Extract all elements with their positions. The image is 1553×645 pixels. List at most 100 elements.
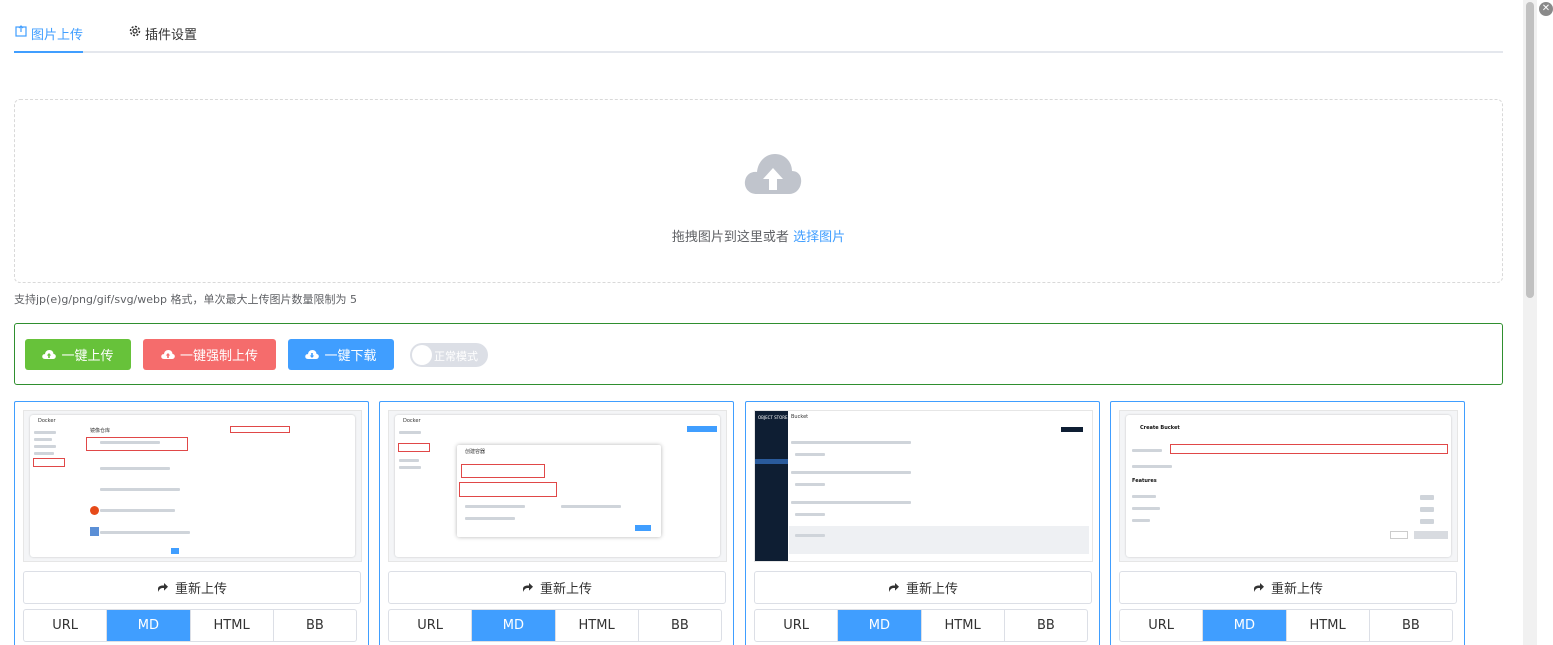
thumb-input-error <box>1170 444 1448 454</box>
thumb-create <box>1414 531 1448 539</box>
thumb-highlight <box>461 464 545 478</box>
format-bb[interactable]: BB <box>1005 610 1087 641</box>
thumb-line <box>465 505 525 508</box>
format-url[interactable]: URL <box>24 610 108 641</box>
thumb-highlight <box>86 437 188 451</box>
upload-tip: 支持jp(e)g/png/gif/svg/webp 格式，单次最大上传图片数量限… <box>14 293 357 306</box>
thumb-toggle <box>1420 519 1434 524</box>
thumbnail-window: Create Bucket Features <box>1126 415 1451 557</box>
thumb-line <box>34 431 56 434</box>
force-upload-button[interactable]: 一键强制上传 <box>143 339 276 370</box>
thumb-page-title: Bucket <box>791 414 809 420</box>
thumb-line <box>100 531 190 534</box>
thumb-section: Features <box>1132 478 1157 484</box>
page-root: 图片上传 插件设置 拖拽图片到这里或者 选择图片 支持jp(e)g/png/gi… <box>0 0 1553 645</box>
format-html[interactable]: HTML <box>191 610 274 641</box>
thumb-line <box>34 452 54 455</box>
image-thumbnail[interactable]: Docker 创建容器 <box>388 410 727 562</box>
thumb-line <box>791 441 911 444</box>
thumb-logo <box>90 527 99 536</box>
reupload-label: 重新上传 <box>1270 582 1323 597</box>
vertical-scrollbar[interactable] <box>1523 0 1537 645</box>
thumb-line <box>399 459 419 462</box>
reupload-label: 重新上传 <box>905 582 958 597</box>
upload-all-button[interactable]: 一键上传 <box>25 339 131 370</box>
format-html[interactable]: HTML <box>1287 610 1370 641</box>
tab-plugin-settings[interactable]: 插件设置 <box>128 24 197 53</box>
thumb-line <box>1132 495 1156 498</box>
format-url[interactable]: URL <box>1120 610 1204 641</box>
thumb-heading: 镜像仓库 <box>90 428 111 434</box>
tab-plugin-settings-label: 插件设置 <box>145 28 198 43</box>
format-html[interactable]: HTML <box>922 610 1005 641</box>
thumb-line <box>399 466 421 469</box>
cloud-upload-icon <box>42 350 57 359</box>
cloud-upload-icon <box>744 154 802 194</box>
tab-image-upload[interactable]: 图片上传 <box>14 24 84 53</box>
image-thumbnail[interactable]: OBJECT STORE Bucket <box>754 410 1093 562</box>
force-upload-label: 一键强制上传 <box>179 349 258 364</box>
thumb-line <box>1132 519 1150 522</box>
thumb-button <box>687 426 717 432</box>
format-bb[interactable]: BB <box>1370 610 1452 641</box>
mode-switch[interactable]: 正常模式 <box>410 343 488 367</box>
format-md[interactable]: MD <box>838 610 922 641</box>
cloud-download-icon <box>305 350 320 359</box>
thumb-line <box>795 534 825 537</box>
thumbnail-window: Docker 镜像仓库 <box>30 415 355 557</box>
image-card: Docker 创建容器 重新上传 URL MD HTML BB <box>379 401 734 645</box>
drop-instructions: 拖拽图片到这里或者 选择图片 <box>15 226 1502 245</box>
thumb-highlight <box>398 443 430 452</box>
scrollbar-thumb[interactable] <box>1526 2 1534 298</box>
tab-bar: 图片上传 插件设置 <box>14 18 1503 53</box>
drop-prompt: 拖拽图片到这里或者 <box>671 230 789 245</box>
reupload-label: 重新上传 <box>174 582 227 597</box>
thumb-line <box>100 509 175 512</box>
thumb-sidebar: OBJECT STORE <box>755 411 788 561</box>
thumb-line <box>34 445 56 448</box>
format-md[interactable]: MD <box>107 610 191 641</box>
format-html[interactable]: HTML <box>556 610 639 641</box>
thumb-toggle <box>1420 507 1434 512</box>
format-md[interactable]: MD <box>1203 610 1287 641</box>
format-bb[interactable]: BB <box>639 610 721 641</box>
thumb-line <box>399 431 421 434</box>
share-arrow-icon <box>888 583 899 592</box>
image-card: Docker 镜像仓库 重新上传 URL MD HTML BB <box>14 401 369 645</box>
thumb-app-title: Docker <box>38 418 56 424</box>
link-format-selector: URL MD HTML BB <box>23 609 357 642</box>
thumb-line <box>34 438 52 441</box>
format-url[interactable]: URL <box>389 610 473 641</box>
thumb-line <box>465 517 515 520</box>
thumb-line <box>1132 507 1160 510</box>
format-md[interactable]: MD <box>472 610 556 641</box>
download-all-label: 一键下载 <box>324 349 377 364</box>
upload-image-icon <box>14 24 27 37</box>
image-drop-zone[interactable]: 拖拽图片到这里或者 选择图片 <box>14 99 1503 283</box>
upload-all-label: 一键上传 <box>61 349 114 364</box>
close-icon[interactable]: ✕ <box>1539 2 1553 16</box>
format-bb[interactable]: BB <box>274 610 356 641</box>
thumb-clear <box>1390 531 1408 539</box>
thumb-line <box>1132 465 1172 468</box>
image-thumbnail[interactable]: Create Bucket Features <box>1119 410 1458 562</box>
reupload-button[interactable]: 重新上传 <box>23 571 361 604</box>
share-arrow-icon <box>1253 583 1264 592</box>
reupload-button[interactable]: 重新上传 <box>754 571 1092 604</box>
thumb-line <box>795 483 825 486</box>
image-thumbnail[interactable]: Docker 镜像仓库 <box>23 410 362 562</box>
action-toolbar: 一键上传 一键强制上传 一键下载 正常模式 <box>14 323 1503 385</box>
thumb-dialog-title: 创建容器 <box>465 449 486 455</box>
thumb-line <box>795 453 825 456</box>
download-all-button[interactable]: 一键下载 <box>288 339 394 370</box>
thumb-highlight <box>33 458 65 467</box>
reupload-button[interactable]: 重新上传 <box>1119 571 1457 604</box>
link-format-selector: URL MD HTML BB <box>1119 609 1453 642</box>
thumb-create-button <box>1061 427 1083 432</box>
reupload-button[interactable]: 重新上传 <box>388 571 726 604</box>
thumb-row <box>789 526 1089 554</box>
select-image-link[interactable]: 选择图片 <box>793 230 845 245</box>
thumb-dialog: 创建容器 <box>457 445 661 537</box>
thumb-logo <box>90 506 99 515</box>
format-url[interactable]: URL <box>755 610 839 641</box>
